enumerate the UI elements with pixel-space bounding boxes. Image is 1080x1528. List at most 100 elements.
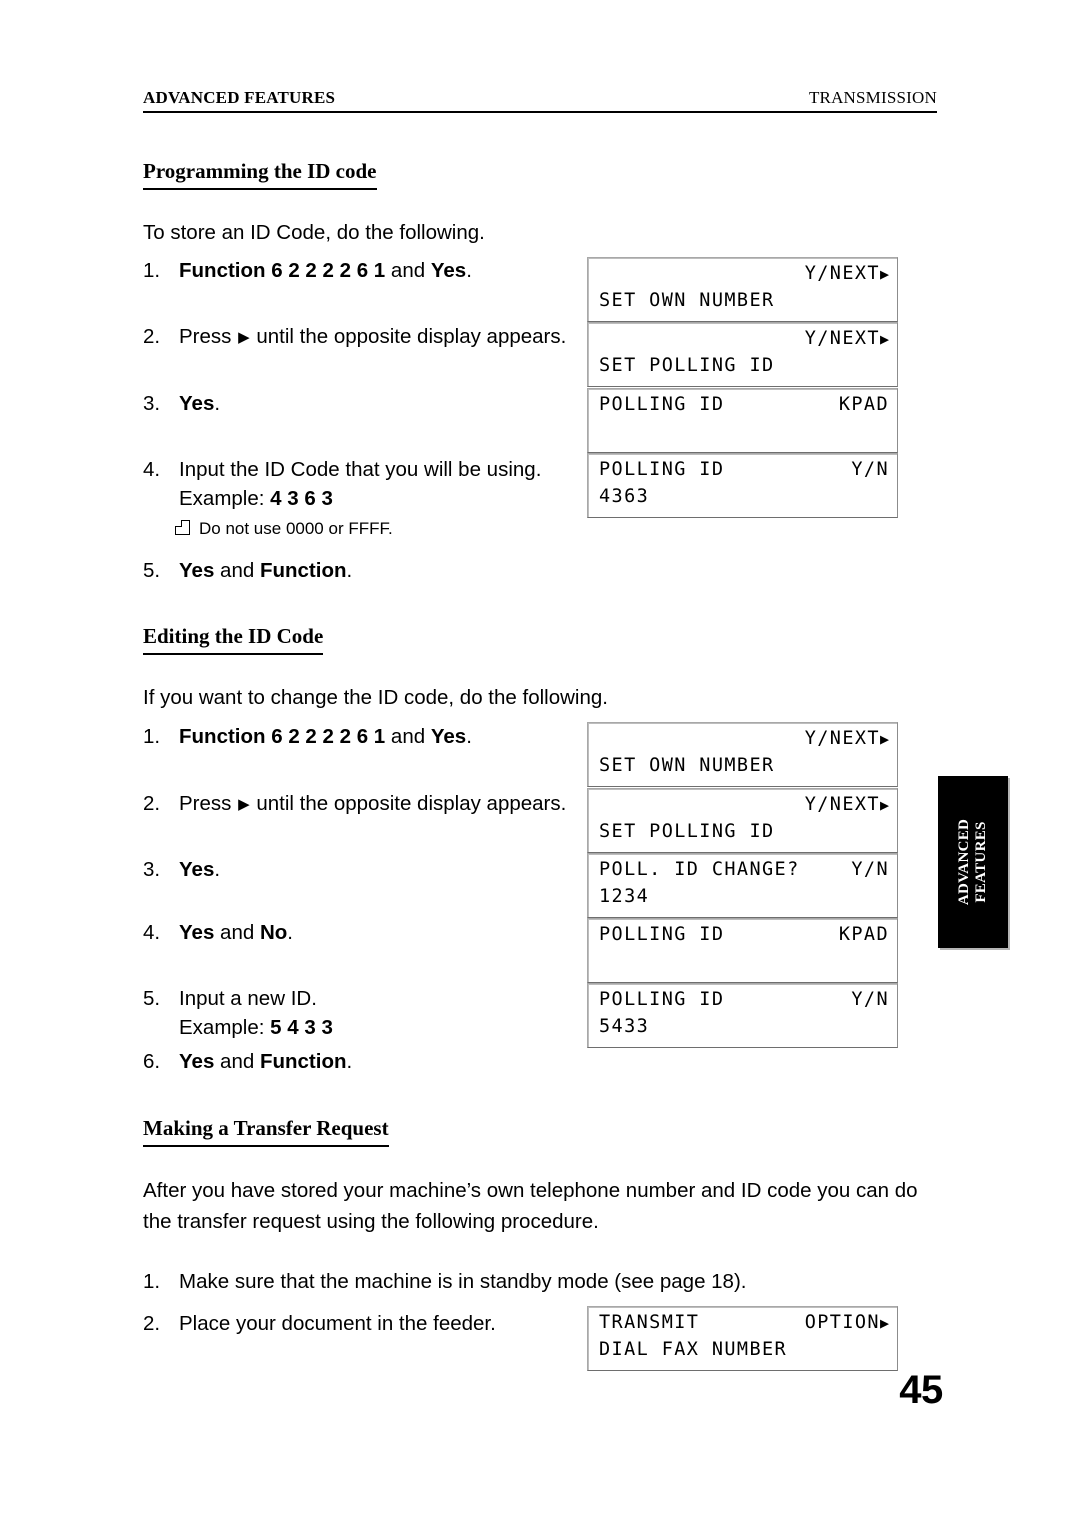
header-topic-label: TRANSMISSION	[808, 88, 937, 107]
step-keyword: No	[259, 921, 288, 944]
lcd-bottom-line: 4363	[599, 486, 650, 507]
lcd-top-right-label: KPAD	[838, 924, 889, 945]
step-number: 4.	[143, 921, 161, 944]
section-heading-editing: Editing the ID Code	[143, 624, 324, 655]
lcd-display-set-polling-id-edit: Y/NEXT▶ SET POLLING ID	[587, 788, 898, 853]
lcd-softkey-label: Y/NEXT	[804, 794, 880, 815]
lcd-top-right-label: Y/N	[851, 459, 889, 480]
lcd-top-line: Y/NEXT▶	[599, 726, 889, 752]
step-punctuation: .	[346, 1050, 353, 1073]
thumb-tab-label: ADVANCED FEATURES	[956, 776, 990, 948]
step-text: Yes.	[179, 855, 220, 884]
step-text: Press ▶ until the opposite display appea…	[179, 789, 566, 818]
step-number: 1.	[143, 259, 161, 282]
programming-note: Do not use 0000 or FFFF.	[174, 518, 393, 540]
step-text: Input the ID Code that you will be using…	[179, 455, 541, 513]
step-suffix: until the opposite display appears.	[250, 325, 567, 348]
step-keyword: Yes	[430, 259, 467, 282]
step-number: 5.	[143, 559, 161, 582]
lcd-softkey-label: Y/NEXT	[804, 263, 880, 284]
step-suffix: until the opposite display appears.	[250, 792, 567, 815]
step-keyword: Function 6 2 2 2 2 6 1	[179, 259, 386, 282]
step-punctuation: .	[287, 921, 293, 944]
lcd-softkey-label: Y/NEXT	[804, 728, 880, 749]
page-number: 45	[899, 1368, 943, 1412]
step-punctuation: .	[466, 259, 472, 282]
step-text: Yes and No.	[179, 918, 293, 947]
step-prefix: Press	[179, 325, 238, 348]
right-arrow-icon: ▶	[238, 329, 250, 346]
lcd-bottom-line: SET POLLING ID	[599, 355, 775, 376]
lcd-bottom-line: SET OWN NUMBER	[599, 290, 775, 311]
editing-intro-text: If you want to change the ID code, do th…	[143, 686, 608, 709]
lcd-bottom-line: SET OWN NUMBER	[599, 755, 775, 776]
step-keyword: Function 6 2 2 2 2 6 1	[179, 725, 386, 748]
step-example-value: 5 4 3 3	[270, 1016, 333, 1039]
step-keyword: Yes	[179, 392, 215, 415]
thumb-tab-line-2: FEATURES	[973, 821, 989, 903]
step-example-label: Example:	[179, 487, 271, 510]
step-prefix: Press	[179, 792, 238, 815]
lcd-bottom-line	[599, 949, 889, 975]
header-divider	[143, 111, 937, 113]
lcd-display-set-own-number-edit: Y/NEXT▶ SET OWN NUMBER	[587, 722, 898, 787]
step-number: 4.	[143, 458, 161, 481]
step-connector: and	[214, 559, 260, 582]
lcd-display-set-own-number: Y/NEXT▶ SET OWN NUMBER	[587, 257, 898, 322]
step-keyword: Yes	[430, 725, 467, 748]
section-heading-transfer: Making a Transfer Request	[143, 1116, 389, 1147]
step-punctuation: .	[214, 858, 221, 881]
step-punctuation: .	[346, 559, 353, 582]
section-heading-programming: Programming the ID code	[143, 159, 377, 190]
step-text: Function 6 2 2 2 2 6 1 and Yes.	[179, 722, 472, 751]
step-keyword: Function	[259, 1050, 347, 1073]
header-chapter-label: ADVANCED FEATURES	[143, 88, 336, 107]
right-arrow-icon: ▶	[879, 796, 889, 814]
note-bullet-icon	[174, 519, 190, 535]
step-text: Function 6 2 2 2 2 6 1 and Yes.	[179, 256, 472, 285]
step-text: Yes and Function.	[179, 1047, 352, 1076]
lcd-display-polling-id-4363: POLLING ID Y/N 4363	[587, 453, 898, 518]
step-text: Place your document in the feeder.	[179, 1312, 496, 1335]
step-line-1: Input a new ID.	[179, 987, 317, 1010]
step-example-label: Example:	[179, 1016, 271, 1039]
step-connector: and	[214, 921, 260, 944]
step-punctuation: .	[214, 392, 221, 415]
step-number: 2.	[143, 792, 161, 815]
lcd-top-line: Y/NEXT▶	[599, 261, 889, 287]
step-keyword: Yes	[179, 858, 215, 881]
thumb-tab-line-1: ADVANCED	[956, 818, 972, 906]
lcd-top-right-label: OPTION▶	[599, 1310, 889, 1336]
step-keyword: Function	[259, 559, 347, 582]
step-text: Make sure that the machine is in standby…	[179, 1270, 747, 1293]
note-text: Do not use 0000 or FFFF.	[199, 519, 393, 538]
right-arrow-icon: ▶	[879, 265, 889, 283]
lcd-display-polling-id-kpad-edit: POLLING ID KPAD	[587, 918, 898, 983]
programming-intro-text: To store an ID Code, do the following.	[143, 221, 485, 244]
step-text: Press ▶ until the opposite display appea…	[179, 322, 566, 351]
step-number: 6.	[143, 1050, 161, 1073]
chapter-thumb-tab: ADVANCED FEATURES	[938, 776, 1008, 948]
lcd-softkey-label: OPTION	[804, 1312, 880, 1333]
step-line-1: Input the ID Code that you will be using…	[179, 458, 542, 481]
right-arrow-icon: ▶	[879, 330, 889, 348]
step-text: Input a new ID. Example: 5 4 3 3	[179, 984, 333, 1042]
running-header: ADVANCED FEATURES TRANSMISSION	[143, 88, 937, 114]
lcd-bottom-line	[599, 419, 889, 445]
right-arrow-icon: ▶	[238, 796, 250, 813]
step-example-value: 4 3 6 3	[270, 487, 333, 510]
lcd-top-right-label: Y/N	[851, 989, 889, 1010]
lcd-bottom-line: 5433	[599, 1016, 650, 1037]
step-number: 5.	[143, 987, 161, 1010]
manual-page: ADVANCED FEATURES TRANSMISSION Programmi…	[0, 0, 1080, 1528]
lcd-top-line: Y/NEXT▶	[599, 792, 889, 818]
step-keyword: Yes	[179, 559, 215, 582]
step-keyword: Yes	[179, 1050, 215, 1073]
lcd-display-transmit-dial-fax: TRANSMIT OPTION▶ DIAL FAX NUMBER	[587, 1306, 898, 1371]
lcd-display-poll-id-change: POLL. ID CHANGE? Y/N 1234	[587, 853, 898, 918]
transfer-intro-text: After you have stored your machine’s own…	[143, 1179, 918, 1233]
lcd-bottom-line: 1234	[599, 886, 650, 907]
lcd-top-right-label: Y/N	[851, 859, 889, 880]
lcd-top-right-label: KPAD	[838, 394, 889, 415]
step-keyword: Yes	[179, 921, 215, 944]
